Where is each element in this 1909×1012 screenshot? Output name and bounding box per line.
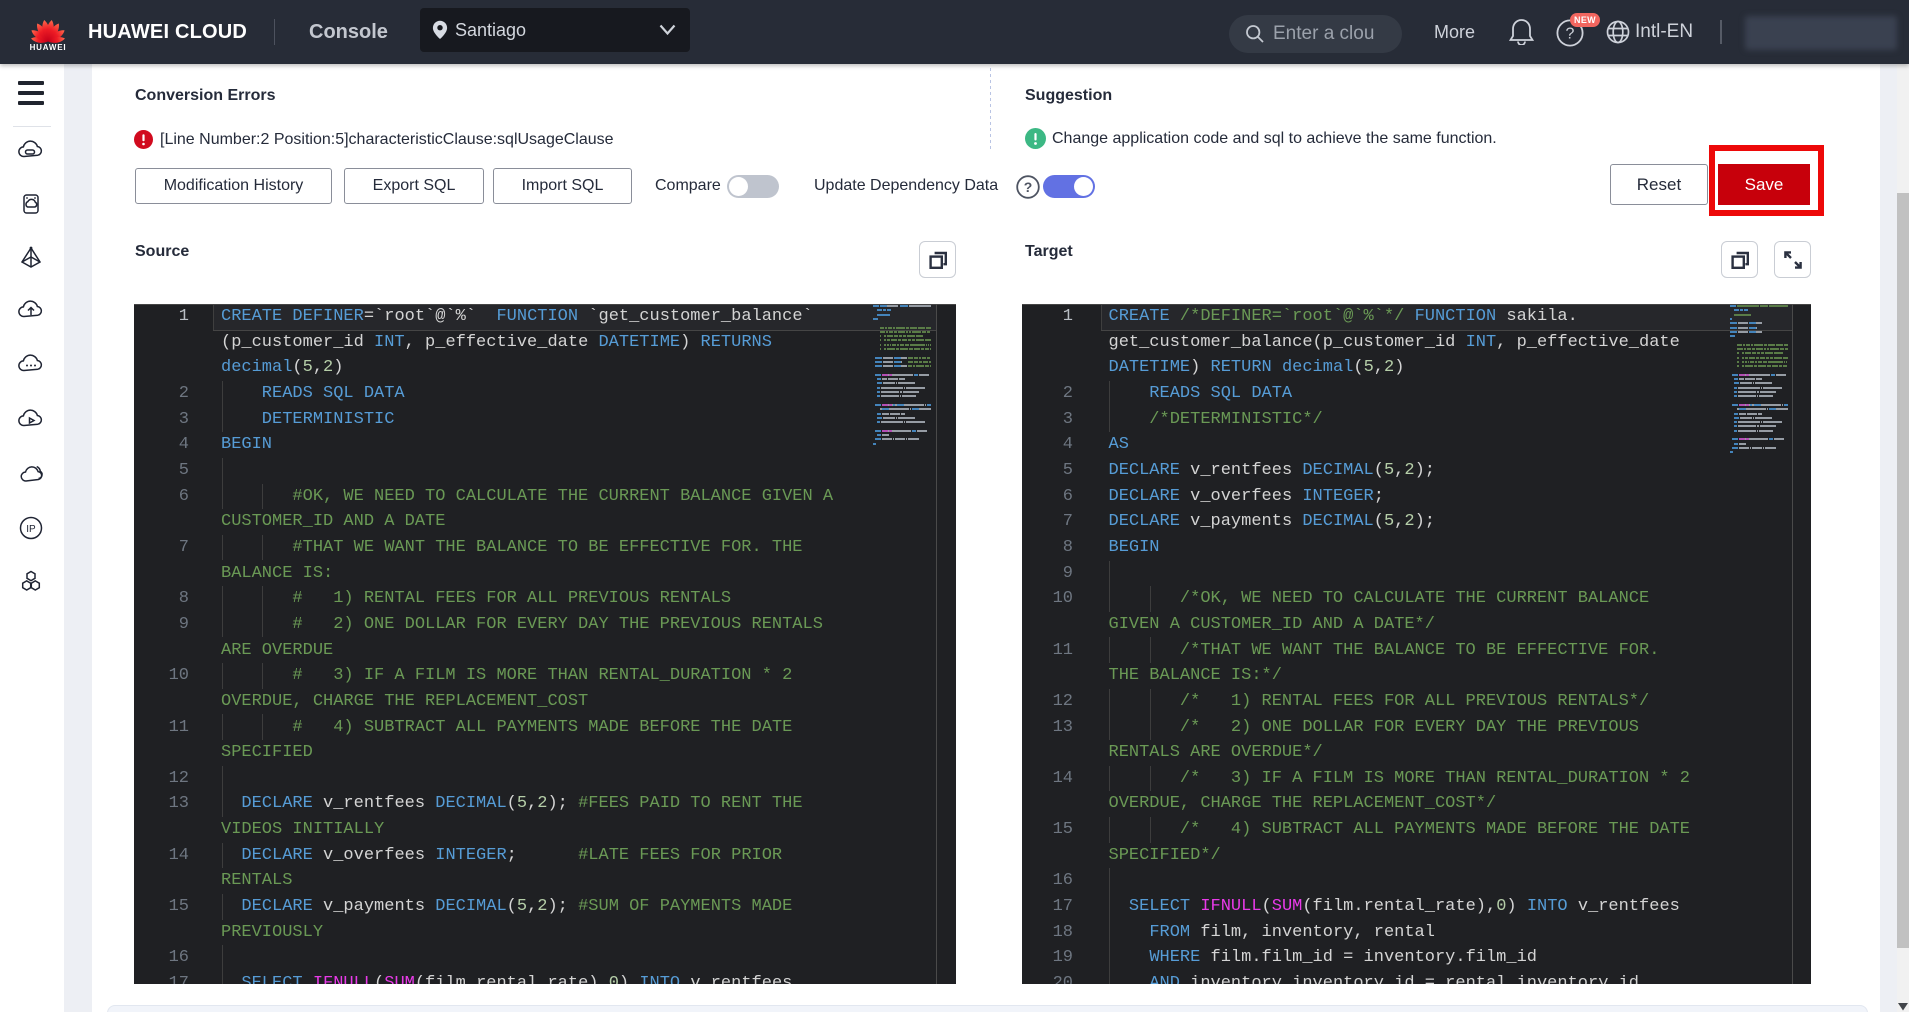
svg-text:IP: IP: [26, 524, 36, 535]
svg-text:?: ?: [1566, 26, 1575, 43]
svg-text:?: ?: [1024, 179, 1033, 195]
svg-text:HUAWEI: HUAWEI: [30, 43, 67, 50]
